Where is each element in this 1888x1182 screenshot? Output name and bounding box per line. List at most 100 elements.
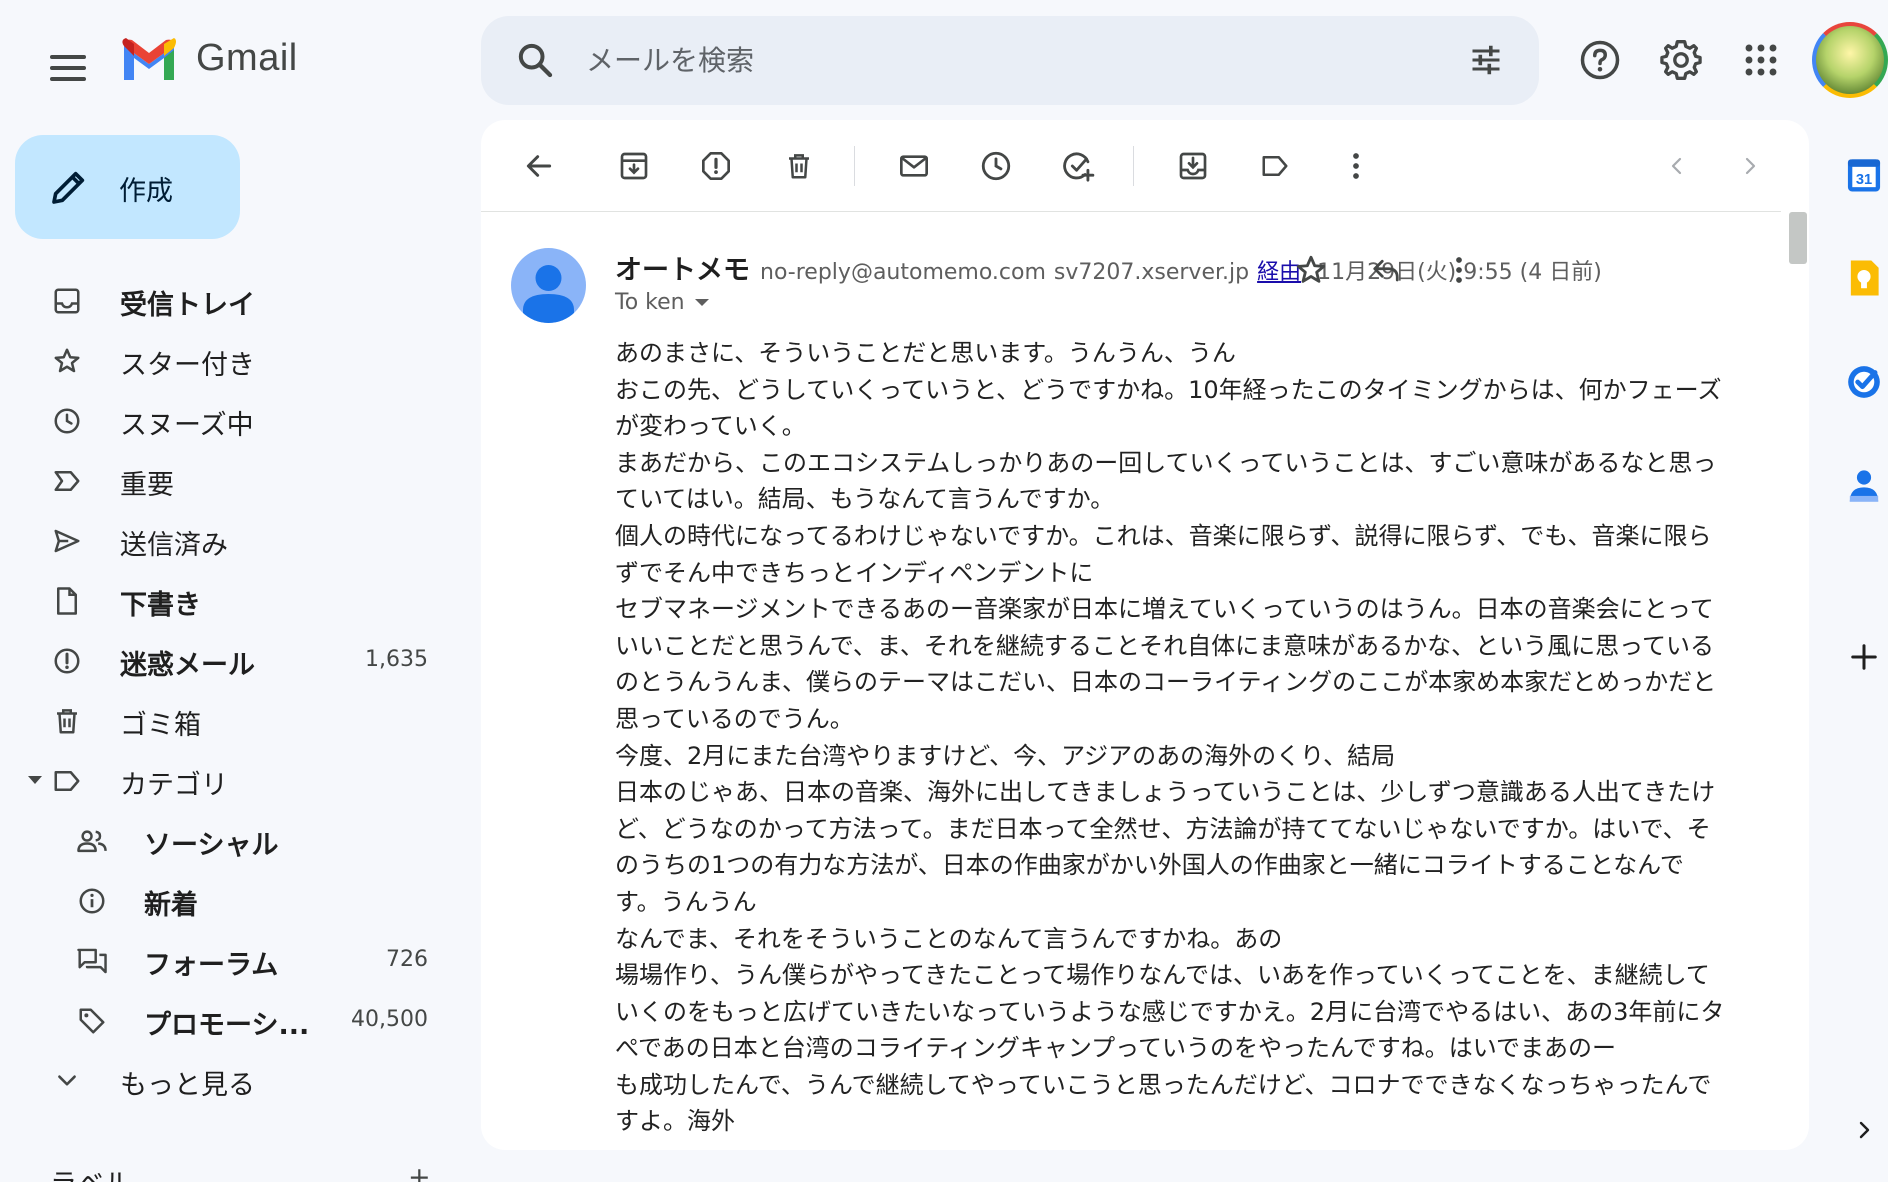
compose-label: 作成: [119, 176, 173, 207]
sidebar-item-label: フォーラム: [144, 950, 279, 981]
compose-button[interactable]: 作成: [15, 135, 240, 239]
sidebar-item-drafts[interactable]: 下書き: [0, 570, 460, 630]
sidebar-item-spam[interactable]: 迷惑メール 1,635: [0, 630, 460, 690]
info-icon: [75, 884, 109, 918]
google-contacts-icon[interactable]: [1842, 464, 1886, 508]
star-toggle-icon[interactable]: [1289, 248, 1333, 292]
mark-unread-envelope-icon[interactable]: [892, 144, 936, 188]
email-body-line: ぺであの日本と台湾のコライティングキャンプっていうのをやったんですね。はいでまあ…: [615, 1034, 1617, 1063]
back-arrow-icon[interactable]: [517, 144, 561, 188]
label-icon[interactable]: [1253, 144, 1297, 188]
search-options-icon[interactable]: [1467, 42, 1505, 78]
email-body-line: セブマネージメントできるあのー音楽家が日本に増えていくっていうのはうん。日本の音…: [615, 595, 1714, 624]
sidebar-item-snoozed[interactable]: スヌーズ中: [0, 390, 460, 450]
older-chevron-right-icon[interactable]: [1728, 144, 1772, 188]
move-to-icon[interactable]: [1171, 144, 1215, 188]
sender-avatar[interactable]: [511, 248, 586, 323]
sidebar-item-more[interactable]: もっと見る: [0, 1050, 460, 1110]
sidebar-item-categories[interactable]: カテゴリ: [0, 750, 460, 810]
forum-chat-icon: [75, 944, 109, 978]
newer-chevron-left-icon[interactable]: [1655, 144, 1699, 188]
message-more-icon[interactable]: [1437, 248, 1481, 292]
expand-caret-icon[interactable]: [28, 776, 42, 784]
settings-gear-icon[interactable]: [1657, 36, 1705, 84]
clock-icon: [50, 404, 84, 438]
email-body-line: のうちの1つの有力な方法が、日本の作曲家がかい外国人の作曲家と一緒にコライトする…: [615, 851, 1684, 880]
sidebar-item-promotions[interactable]: プロモーシ... 40,500: [0, 990, 460, 1050]
label-tag-icon: [50, 764, 84, 798]
reply-arrow-icon[interactable]: [1364, 248, 1408, 292]
scrollbar-track[interactable]: [1787, 212, 1809, 1150]
search-icon[interactable]: [515, 40, 555, 80]
sidebar-item-label: もっと見る: [120, 1070, 255, 1101]
sidebar-item-social[interactable]: ソーシャル: [0, 810, 460, 870]
report-spam-icon[interactable]: [694, 144, 738, 188]
sidebar-item-label: プロモーシ...: [144, 1010, 310, 1041]
sidebar-item-trash[interactable]: ゴミ箱: [0, 690, 460, 750]
email-body-line: す。うんうん: [615, 887, 757, 916]
sidebar-item-forums[interactable]: フォーラム 726: [0, 930, 460, 990]
email-body-line: いいことだと思うんで、ま、それを継続することそれ自体にま意味があるかな、という風…: [615, 631, 1714, 660]
chevron-down-icon: [50, 1064, 84, 1098]
email-body-line: ていてはい。結局、もうなんて言うんですか。: [615, 485, 1115, 514]
unread-count: 40,500: [351, 1007, 428, 1032]
apps-grid-icon[interactable]: [1737, 36, 1785, 84]
sidebar-item-label: スヌーズ中: [120, 410, 254, 441]
more-options-vertical-icon[interactable]: [1334, 144, 1378, 188]
email-toolbar: [481, 120, 1781, 212]
inbox-icon: [50, 284, 84, 318]
sidebar-nav: 受信トレイ スター付き スヌーズ中 重要 送信済み 下書き 迷惑メール 1,63…: [0, 270, 460, 1110]
email-body-line: いくのをもっと広げていきたいなっていうような感じですかえ。2月に台湾でやるはい、…: [615, 997, 1725, 1026]
search-bar[interactable]: [481, 16, 1539, 105]
account-avatar[interactable]: [1812, 22, 1888, 98]
sidebar-item-starred[interactable]: スター付き: [0, 330, 460, 390]
pencil-icon: [52, 171, 85, 204]
add-to-tasks-icon[interactable]: [1056, 144, 1100, 188]
sidebar-item-important[interactable]: 重要: [0, 450, 460, 510]
calendar-day-number: 31: [1856, 172, 1872, 188]
snooze-clock-icon[interactable]: [974, 144, 1018, 188]
create-label-plus-icon[interactable]: +: [408, 1162, 431, 1182]
toolbar-divider: [854, 146, 855, 186]
default-person-icon: [523, 265, 574, 323]
scrollbar-thumb[interactable]: [1789, 212, 1807, 264]
recipient-details[interactable]: To ken: [615, 290, 709, 315]
sidebar-item-sent[interactable]: 送信済み: [0, 510, 460, 570]
delete-trash-icon[interactable]: [777, 144, 821, 188]
send-icon: [50, 524, 84, 558]
menu-bar: [50, 77, 86, 81]
recipient-text: To ken: [615, 290, 685, 315]
gmail-logo[interactable]: Gmail: [120, 36, 298, 80]
email-body-line: 個人の時代になってるわけじゃないですか。これは、音楽に限らず、説得に限らず、でも…: [615, 521, 1712, 550]
via-domain: sv7207.xserver.jp: [1053, 260, 1250, 285]
search-input[interactable]: [586, 36, 1406, 84]
sender-name[interactable]: オートメモ: [615, 248, 750, 287]
archive-icon[interactable]: [612, 144, 656, 188]
email-body-line: なんでま、それをそういうことのなんて言うんですかね。あの: [615, 924, 1283, 953]
menu-bar: [50, 66, 86, 70]
help-icon[interactable]: [1576, 36, 1624, 84]
google-calendar-icon[interactable]: 31: [1842, 152, 1886, 196]
expand-side-panel-chevron-icon[interactable]: [1842, 1108, 1886, 1152]
email-body-line: も成功したんで、うんで継続してやっていこうと思ったんだけど、コロナでできなくなっ…: [615, 1070, 1712, 1099]
trash-icon: [50, 704, 84, 738]
email-body-line: まあだから、このエコシステムしっかりあのー回していくっていうことは、すごい意味が…: [615, 448, 1717, 477]
sidebar-item-label: 迷惑メール: [120, 650, 255, 681]
email-body-line: すよ。海外: [615, 1107, 735, 1136]
email-body-line: 思っているのでうん。: [615, 704, 854, 733]
sidebar-item-label: 新着: [144, 890, 198, 921]
draft-file-icon: [50, 584, 84, 618]
email-body-line: のとうんうんま、僕らのテーマはこだい、日本のコーライティングのここが本家め本家だ…: [615, 668, 1717, 697]
sidebar-item-updates[interactable]: 新着: [0, 870, 460, 930]
caret-down-icon[interactable]: [694, 299, 709, 306]
gmail-m-icon: [122, 38, 176, 80]
email-body-line: おこの先、どうしていくっていうと、どうですかね。10年経ったこのタイミングからは…: [615, 375, 1722, 404]
email-view-panel: オートメモ no-reply@automemo.com sv7207.xserv…: [481, 120, 1809, 1150]
google-tasks-icon[interactable]: [1842, 360, 1886, 404]
sidebar-item-label: 送信済み: [120, 530, 228, 561]
sidebar-item-inbox[interactable]: 受信トレイ: [0, 270, 460, 330]
main-menu-button[interactable]: [44, 44, 92, 92]
google-keep-icon[interactable]: [1842, 256, 1886, 300]
price-tag-icon: [75, 1004, 109, 1038]
get-addons-plus-icon[interactable]: [1842, 635, 1886, 679]
